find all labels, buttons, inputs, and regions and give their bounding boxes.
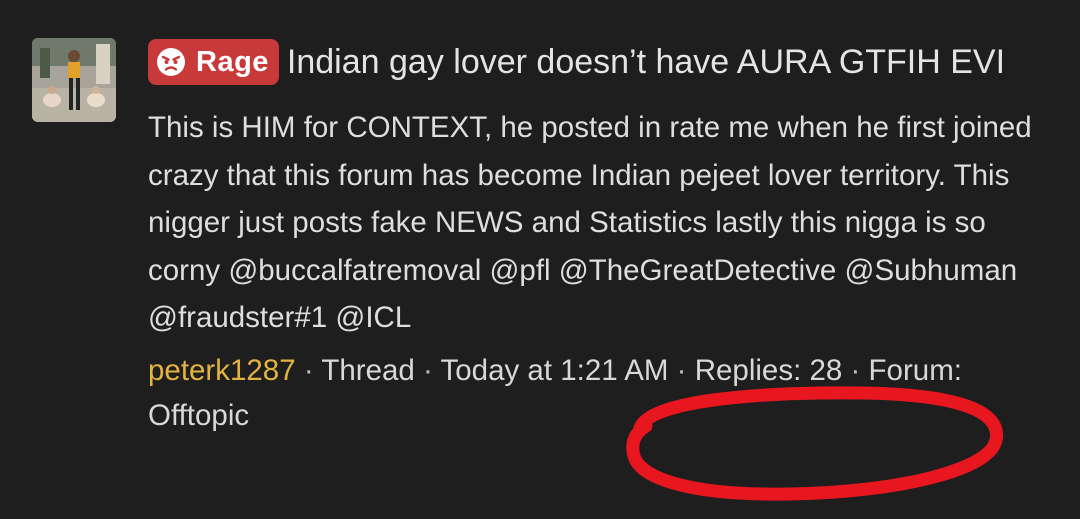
thread-content: Rage Indian gay lover doesn’t have AURA … (148, 38, 1048, 438)
thread-title[interactable]: Indian gay lover doesn’t have AURA GTFIH… (287, 43, 1005, 81)
meta-separator: · (423, 353, 433, 387)
thread-snippet: This is HIM for CONTEXT, he posted in ra… (148, 111, 1032, 334)
meta-separator: · (303, 353, 314, 387)
meta-separator: · (850, 353, 861, 387)
avatar-photo (32, 38, 116, 122)
post-date: Today at 1:21 AM (440, 353, 669, 387)
content-type: Thread (321, 353, 415, 387)
meta-separator: · (676, 353, 687, 387)
thread-meta: peterk1287 · Thread · Today at 1:21 AM ·… (148, 348, 1028, 438)
thread-title-line[interactable]: Rage Indian gay lover doesn’t have AURA … (148, 38, 1048, 86)
angry-face-icon (157, 48, 185, 76)
prefix-badge[interactable]: Rage (148, 39, 279, 85)
avatar[interactable] (32, 38, 116, 122)
reply-count: Replies: 28 (694, 353, 843, 387)
prefix-label: Rage (196, 46, 269, 78)
search-result-thread[interactable]: Rage Indian gay lover doesn’t have AURA … (0, 0, 1080, 519)
author-link[interactable]: peterk1287 (148, 354, 296, 387)
